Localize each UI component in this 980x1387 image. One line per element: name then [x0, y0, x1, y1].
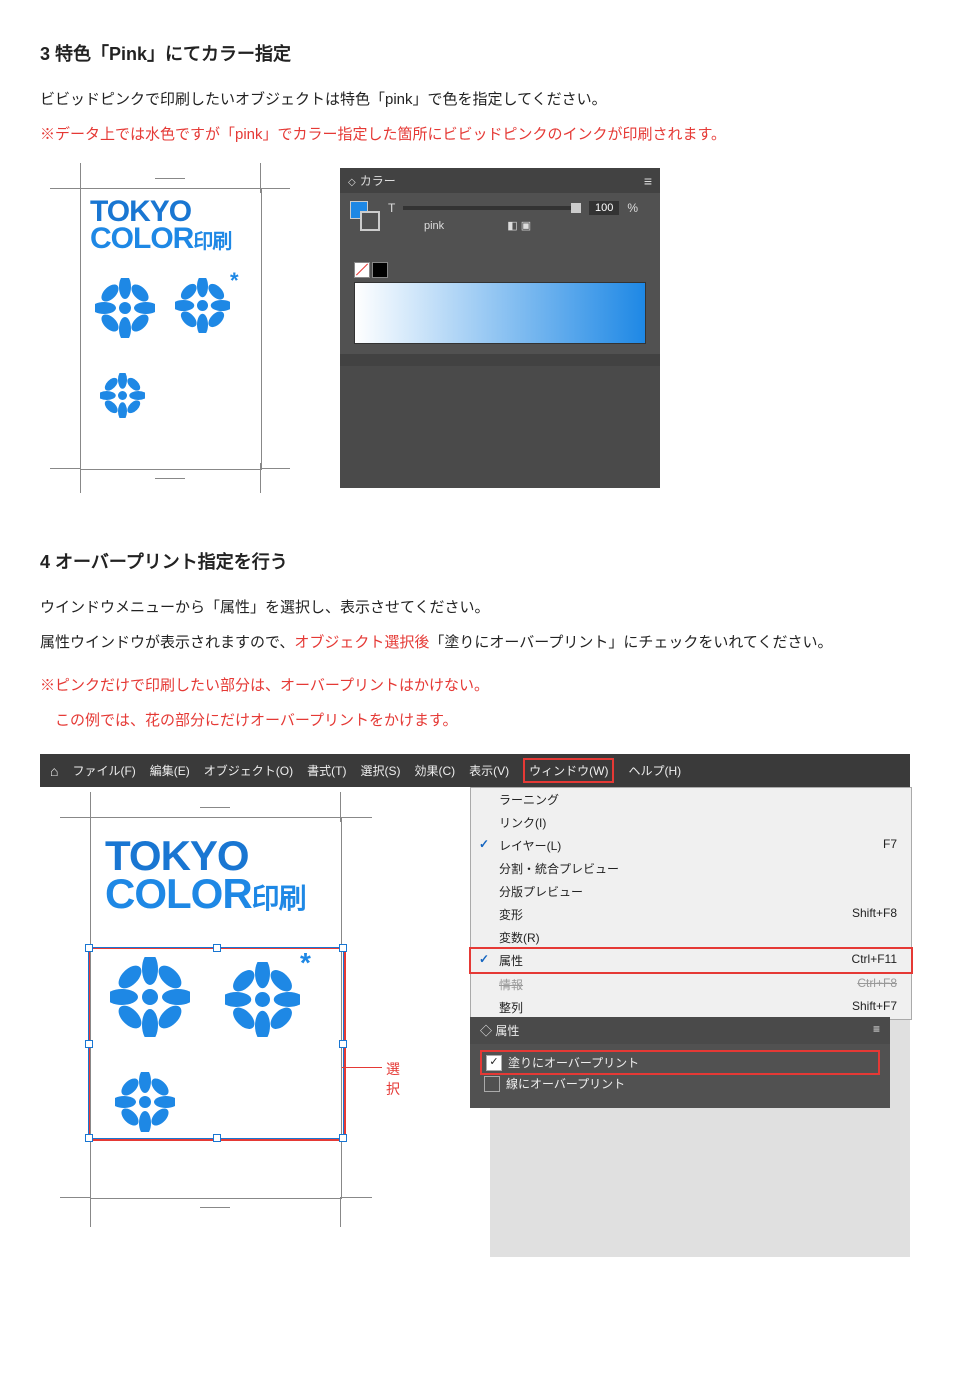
menu-item-label: リンク(I) [499, 814, 546, 831]
flower-icon[interactable] [110, 957, 190, 1037]
asterisk-icon[interactable]: * [300, 947, 311, 979]
home-icon[interactable]: ⌂ [50, 763, 58, 779]
menu-item-label: ラーニング [499, 791, 559, 808]
menu-object[interactable]: オブジェクト(O) [204, 762, 293, 779]
checkbox-empty-icon[interactable] [484, 1076, 500, 1092]
tint-value[interactable]: 100 [589, 201, 619, 215]
menu-item-label: 情報 [499, 976, 523, 993]
flower-icon [100, 373, 145, 418]
menu-help[interactable]: ヘルプ(H) [628, 762, 681, 779]
menu-view[interactable]: 表示(V) [469, 762, 509, 779]
menu-edit[interactable]: 編集(E) [150, 762, 190, 779]
fill-stroke-indicator[interactable] [350, 201, 380, 231]
menubar: ⌂ ファイル(F) 編集(E) オブジェクト(O) 書式(T) 選択(S) 効果… [40, 754, 910, 787]
menu-item-label: 分割・統合プレビュー [499, 860, 619, 877]
tint-unit: % [627, 201, 638, 215]
menu-item-label: 属性 [499, 952, 523, 969]
section3-heading: 3 特色「Pink」にてカラー指定 [40, 40, 940, 66]
tint-label: T [388, 201, 395, 215]
flower-icon [95, 278, 155, 338]
panel-collapse-icon[interactable]: ◇ [480, 1024, 492, 1038]
logo-line1: TOKYO [90, 198, 250, 225]
color-panel: ◇ カラー ≡ T 100 % [340, 168, 660, 488]
menu-type[interactable]: 書式(T) [307, 762, 346, 779]
window-menu-dropdown: ラーニングリンク(I)✓レイヤー(L)F7分割・統合プレビュー分版プレビュー変形… [470, 787, 912, 1020]
checkbox-checked-icon[interactable]: ✓ [486, 1055, 502, 1071]
flower-icon[interactable] [115, 1072, 175, 1132]
menu-item[interactable]: リンク(I) [471, 811, 911, 834]
section4-p2: 属性ウインドウが表示されますので、オブジェクト選択後「塗りにオーバープリント」に… [40, 629, 940, 656]
menu-item-shortcut: Ctrl+F8 [857, 976, 897, 993]
color-panel-header: ◇ カラー ≡ [340, 168, 660, 193]
artboard-preview-1: TOKYO COLOR印刷 * [40, 168, 300, 488]
section3-p2: ※データ上では水色ですが「pink」でカラー指定した箇所にビビッドピンクのインク… [40, 121, 940, 148]
stroke-swatch[interactable] [360, 211, 380, 231]
tint-slider[interactable] [403, 206, 581, 210]
menu-item-label: 分版プレビュー [499, 883, 583, 900]
artboard-preview-2: TOKYO COLOR印刷 [60, 797, 380, 1227]
overprint-fill-row[interactable]: ✓ 塗りにオーバープリント [480, 1050, 880, 1075]
leader-line [342, 1067, 382, 1068]
section4-note1: ※ピンクだけで印刷したい部分は、オーバープリントはかけない。 [40, 672, 940, 699]
menu-item-shortcut: F7 [883, 837, 897, 854]
menu-item[interactable]: 情報 Ctrl+F8 [471, 972, 911, 996]
section3-p1: ビビッドピンクで印刷したいオブジェクトは特色「pink」で色を指定してください。 [40, 86, 940, 113]
menu-item-label: 整列 [499, 999, 523, 1016]
section-4: 4 オーバープリント指定を行う ウインドウメニューから「属性」を選択し、表示させ… [40, 548, 940, 1257]
attributes-panel: ◇ 属性 ≡ ✓ 塗りにオーバープリント 線にオーバープリント [470, 1017, 890, 1108]
ink-name: pink [424, 220, 444, 232]
menu-item[interactable]: 分割・統合プレビュー [471, 857, 911, 880]
overprint-stroke-label: 線にオーバープリント [506, 1075, 625, 1092]
menu-item[interactable]: 変数(R) [471, 926, 911, 949]
tint-slider-row: T 100 % [388, 201, 638, 215]
menu-item-label: 変形 [499, 906, 523, 923]
none-swatch[interactable] [354, 262, 370, 278]
menu-item[interactable]: 分版プレビュー [471, 880, 911, 903]
check-icon: ✓ [479, 837, 489, 851]
menu-item[interactable]: ✓ 属性 Ctrl+F11 [469, 947, 913, 974]
section4-p1: ウインドウメニューから「属性」を選択し、表示させてください。 [40, 594, 940, 621]
menu-item[interactable]: 変形 Shift+F8 [471, 903, 911, 926]
section4-heading: 4 オーバープリント指定を行う [40, 548, 940, 574]
menu-select[interactable]: 選択(S) [360, 762, 400, 779]
menu-effect[interactable]: 効果(C) [414, 762, 455, 779]
section4-note2: この例では、花の部分にだけオーバープリントをかけます。 [40, 707, 940, 734]
menu-file[interactable]: ファイル(F) [72, 762, 135, 779]
canvas-area: TOKYO COLOR印刷 [40, 787, 490, 1257]
app-screenshot: ⌂ ファイル(F) 編集(E) オブジェクト(O) 書式(T) 選択(S) 効果… [40, 754, 910, 1257]
flower-icon[interactable] [225, 962, 300, 1037]
logo-block: TOKYO COLOR印刷 [90, 198, 250, 252]
section-3: 3 特色「Pink」にてカラー指定 ビビッドピンクで印刷したいオブジェクトは特色… [40, 40, 940, 488]
color-panel-title: カラー [360, 174, 396, 188]
menu-item[interactable]: ラーニング [471, 788, 911, 811]
overprint-fill-label: 塗りにオーバープリント [508, 1054, 639, 1071]
tint-ramp[interactable] [354, 282, 646, 344]
menu-item[interactable]: 整列 Shift+F7 [471, 996, 911, 1019]
logo-line2: COLOR印刷 [90, 225, 250, 252]
menu-item-shortcut: Shift+F7 [852, 999, 897, 1016]
logo-block: TOKYO COLOR印刷 [105, 837, 306, 913]
panel-menu-icon[interactable]: ≡ [644, 173, 652, 189]
asterisk-icon: * [230, 268, 239, 294]
menu-item-label: レイヤー(L) [499, 837, 561, 854]
menu-window[interactable]: ウィンドウ(W) [523, 758, 614, 783]
menu-item[interactable]: ✓ レイヤー(L) F7 [471, 834, 911, 857]
selection-label: 選択 [386, 1059, 400, 1099]
menu-item-shortcut: Shift+F8 [852, 906, 897, 923]
panel-menu-icon[interactable]: ≡ [873, 1022, 880, 1039]
menu-item-shortcut: Ctrl+F11 [852, 952, 897, 969]
panel-collapse-icon[interactable]: ◇ [348, 177, 356, 188]
check-icon: ✓ [479, 952, 489, 966]
swatch-row [350, 262, 650, 278]
overprint-stroke-row[interactable]: 線にオーバープリント [480, 1073, 880, 1094]
attributes-panel-title: 属性 [495, 1024, 519, 1038]
menu-item-label: 変数(R) [499, 929, 540, 946]
black-swatch[interactable] [372, 262, 388, 278]
flower-icon [175, 278, 230, 333]
